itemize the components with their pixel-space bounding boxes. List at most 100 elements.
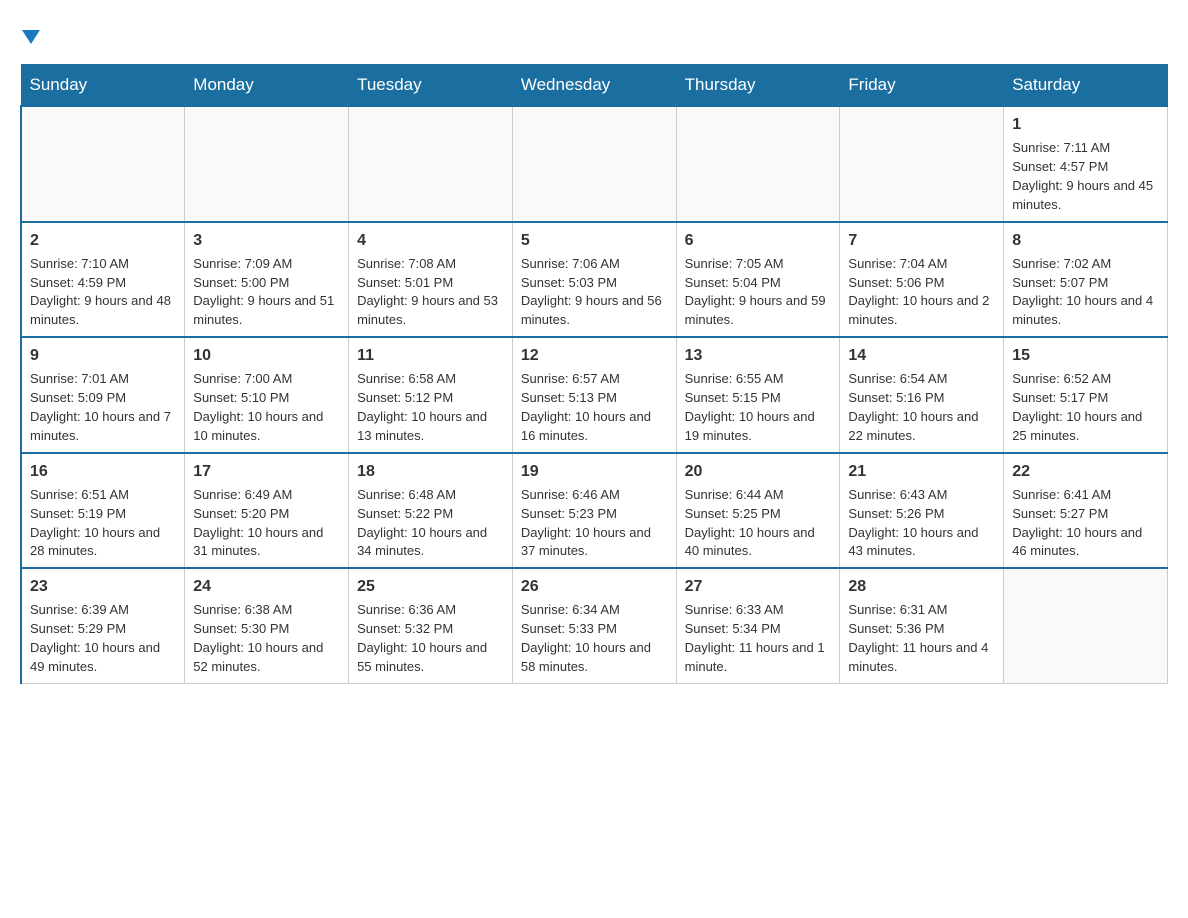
day-number: 18 (357, 460, 504, 483)
day-info-line: Daylight: 10 hours and 40 minutes. (685, 524, 832, 562)
day-info-line: Sunset: 5:22 PM (357, 505, 504, 524)
calendar-cell: 28Sunrise: 6:31 AMSunset: 5:36 PMDayligh… (840, 568, 1004, 683)
day-info-line: Daylight: 9 hours and 45 minutes. (1012, 177, 1159, 215)
calendar-cell: 8Sunrise: 7:02 AMSunset: 5:07 PMDaylight… (1004, 222, 1168, 338)
day-info-line: Sunset: 5:16 PM (848, 389, 995, 408)
day-info-line: Sunset: 5:03 PM (521, 274, 668, 293)
day-info-line: Daylight: 10 hours and 13 minutes. (357, 408, 504, 446)
calendar-cell: 15Sunrise: 6:52 AMSunset: 5:17 PMDayligh… (1004, 337, 1168, 453)
day-info-line: Daylight: 10 hours and 34 minutes. (357, 524, 504, 562)
day-info-line: Sunrise: 6:51 AM (30, 486, 176, 505)
day-number: 26 (521, 575, 668, 598)
day-info-line: Sunrise: 6:31 AM (848, 601, 995, 620)
calendar-cell: 19Sunrise: 6:46 AMSunset: 5:23 PMDayligh… (512, 453, 676, 569)
calendar-cell (676, 106, 840, 222)
day-info-line: Sunrise: 7:05 AM (685, 255, 832, 274)
day-info-line: Daylight: 10 hours and 2 minutes. (848, 292, 995, 330)
day-number: 16 (30, 460, 176, 483)
day-number: 25 (357, 575, 504, 598)
day-info-line: Sunrise: 7:09 AM (193, 255, 340, 274)
day-info-line: Daylight: 10 hours and 19 minutes. (685, 408, 832, 446)
day-info-line: Sunrise: 7:02 AM (1012, 255, 1159, 274)
day-info-line: Sunset: 5:10 PM (193, 389, 340, 408)
day-info-line: Sunrise: 6:55 AM (685, 370, 832, 389)
day-number: 19 (521, 460, 668, 483)
calendar-cell: 21Sunrise: 6:43 AMSunset: 5:26 PMDayligh… (840, 453, 1004, 569)
day-info-line: Daylight: 10 hours and 31 minutes. (193, 524, 340, 562)
calendar-cell: 20Sunrise: 6:44 AMSunset: 5:25 PMDayligh… (676, 453, 840, 569)
day-number: 24 (193, 575, 340, 598)
day-number: 9 (30, 344, 176, 367)
day-info-line: Sunrise: 6:38 AM (193, 601, 340, 620)
day-number: 11 (357, 344, 504, 367)
day-info-line: Sunset: 5:06 PM (848, 274, 995, 293)
page-header (20, 20, 1168, 44)
day-info-line: Sunset: 4:59 PM (30, 274, 176, 293)
calendar-cell: 23Sunrise: 6:39 AMSunset: 5:29 PMDayligh… (21, 568, 185, 683)
day-info-line: Sunset: 5:00 PM (193, 274, 340, 293)
day-info-line: Sunrise: 6:57 AM (521, 370, 668, 389)
calendar-cell (840, 106, 1004, 222)
calendar-cell: 1Sunrise: 7:11 AMSunset: 4:57 PMDaylight… (1004, 106, 1168, 222)
day-info-line: Daylight: 10 hours and 22 minutes. (848, 408, 995, 446)
day-info-line: Daylight: 10 hours and 10 minutes. (193, 408, 340, 446)
day-header-wednesday: Wednesday (512, 65, 676, 107)
day-number: 5 (521, 229, 668, 252)
day-info-line: Sunset: 5:26 PM (848, 505, 995, 524)
calendar-cell: 11Sunrise: 6:58 AMSunset: 5:12 PMDayligh… (349, 337, 513, 453)
day-info-line: Sunrise: 7:04 AM (848, 255, 995, 274)
calendar-cell: 14 Sunrise: 6:54 AMSunset: 5:16 PMDayligh… (840, 337, 1004, 453)
day-info-line: Sunrise: 6:48 AM (357, 486, 504, 505)
logo-general-text (20, 20, 40, 52)
calendar-week-row: 1Sunrise: 7:11 AMSunset: 4:57 PMDaylight… (21, 106, 1168, 222)
logo (20, 20, 40, 44)
day-info-line: Daylight: 10 hours and 49 minutes. (30, 639, 176, 677)
calendar-week-row: 2Sunrise: 7:10 AMSunset: 4:59 PMDaylight… (21, 222, 1168, 338)
day-info-line: Sunrise: 7:08 AM (357, 255, 504, 274)
calendar-cell: 10Sunrise: 7:00 AMSunset: 5:10 PMDayligh… (185, 337, 349, 453)
calendar-cell: 17Sunrise: 6:49 AMSunset: 5:20 PMDayligh… (185, 453, 349, 569)
day-header-thursday: Thursday (676, 65, 840, 107)
calendar-cell: 7Sunrise: 7:04 AMSunset: 5:06 PMDaylight… (840, 222, 1004, 338)
day-info-line: Sunrise: 7:00 AM (193, 370, 340, 389)
calendar-cell: 3Sunrise: 7:09 AMSunset: 5:00 PMDaylight… (185, 222, 349, 338)
day-number: 14 (848, 344, 995, 367)
day-info-line: Sunset: 5:29 PM (30, 620, 176, 639)
day-info-line: Sunrise: 7:11 AM (1012, 139, 1159, 158)
day-info-line: Sunrise: 7:10 AM (30, 255, 176, 274)
day-info-line: Sunrise: 6:58 AM (357, 370, 504, 389)
day-header-tuesday: Tuesday (349, 65, 513, 107)
day-number: 21 (848, 460, 995, 483)
calendar-cell: 6Sunrise: 7:05 AMSunset: 5:04 PMDaylight… (676, 222, 840, 338)
day-info-line: Sunset: 5:19 PM (30, 505, 176, 524)
calendar-cell: 12Sunrise: 6:57 AMSunset: 5:13 PMDayligh… (512, 337, 676, 453)
calendar-cell (512, 106, 676, 222)
day-info-line: Sunset: 5:20 PM (193, 505, 340, 524)
day-info-line: Sunrise: 6:33 AM (685, 601, 832, 620)
day-info-line: Daylight: 9 hours and 53 minutes. (357, 292, 504, 330)
day-info-line: Daylight: 10 hours and 4 minutes. (1012, 292, 1159, 330)
calendar-header-row: SundayMondayTuesdayWednesdayThursdayFrid… (21, 65, 1168, 107)
day-info-line: Sunset: 5:30 PM (193, 620, 340, 639)
day-info-line: Sunset: 5:09 PM (30, 389, 176, 408)
calendar-cell: 27Sunrise: 6:33 AMSunset: 5:34 PMDayligh… (676, 568, 840, 683)
day-number: 22 (1012, 460, 1159, 483)
calendar-week-row: 16 Sunrise: 6:51 AMSunset: 5:19 PM Dayligh… (21, 453, 1168, 569)
calendar-table: SundayMondayTuesdayWednesdayThursdayFrid… (20, 64, 1168, 684)
day-info-line: Sunset: 5:36 PM (848, 620, 995, 639)
day-info-line: Sunset: 5:13 PM (521, 389, 668, 408)
calendar-cell (349, 106, 513, 222)
day-number: 8 (1012, 229, 1159, 252)
day-number: 20 (685, 460, 832, 483)
day-number: 17 (193, 460, 340, 483)
day-info-line: Daylight: 10 hours and 43 minutes. (848, 524, 995, 562)
day-info-line: Sunrise: 6:39 AM (30, 601, 176, 620)
day-header-friday: Friday (840, 65, 1004, 107)
day-info-line: Sunset: 4:57 PM (1012, 158, 1159, 177)
day-info-line: Sunrise: 6:54 AM (848, 370, 995, 389)
day-info-line: Sunset: 5:33 PM (521, 620, 668, 639)
day-info-line: Daylight: 9 hours and 51 minutes. (193, 292, 340, 330)
day-info-line: Daylight: 10 hours and 16 minutes. (521, 408, 668, 446)
day-info-line: Daylight: 9 hours and 56 minutes. (521, 292, 668, 330)
calendar-week-row: 23Sunrise: 6:39 AMSunset: 5:29 PMDayligh… (21, 568, 1168, 683)
